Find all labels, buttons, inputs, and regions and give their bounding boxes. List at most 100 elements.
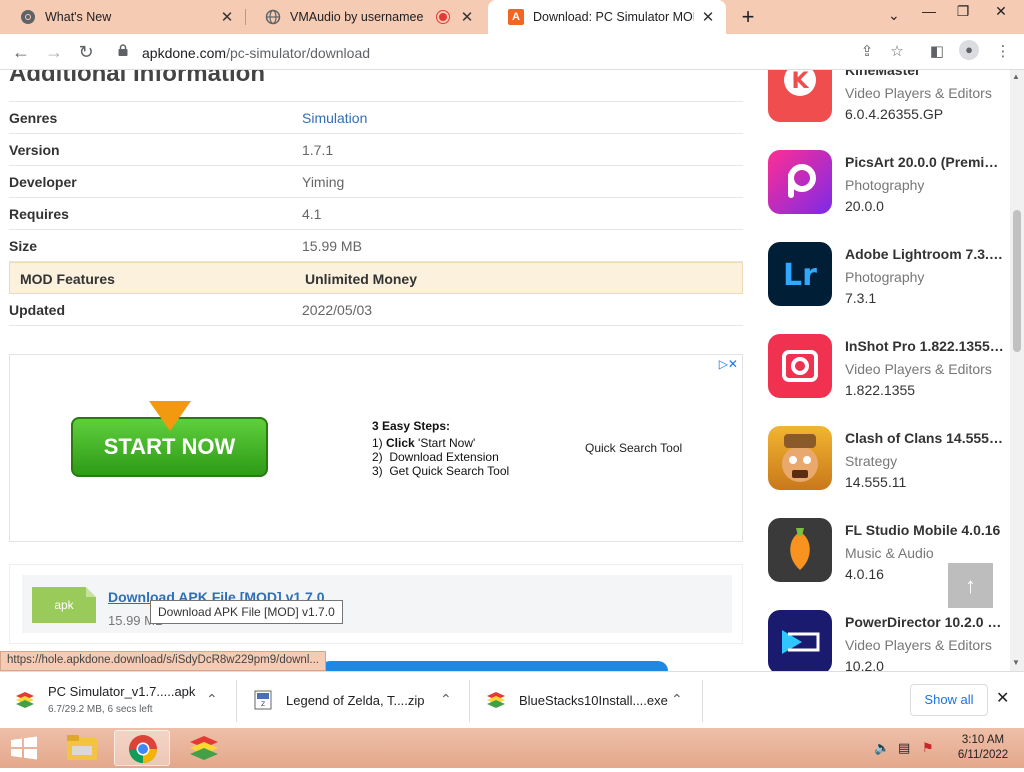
app-item-kinemaster[interactable]: K KineMaster Video Players & Editors 6.0…	[768, 70, 1008, 150]
step-number: 1)	[372, 436, 383, 450]
tab-search-chevron-icon[interactable]: ⌄	[888, 7, 900, 24]
side-panel-icon[interactable]: ◧	[926, 42, 948, 60]
link-tooltip: Download APK File [MOD] v1.7.0	[150, 600, 343, 624]
adchoices-icon[interactable]: ▷✕	[719, 357, 738, 371]
download-progress: 6.7/29.2 MB, 6 secs left	[48, 704, 153, 715]
profile-avatar-icon[interactable]: ●	[958, 40, 980, 60]
url-text: apkdone.com/pc-simulator/download	[142, 45, 370, 61]
reload-button[interactable]: ↻	[74, 40, 98, 64]
bookmark-star-icon[interactable]: ☆	[886, 42, 908, 60]
share-icon[interactable]: ⇪	[856, 42, 878, 60]
restore-button[interactable]: ❐	[944, 0, 982, 26]
step-3: 3) Get Quick Search Tool	[372, 464, 510, 478]
close-icon[interactable]: ✕	[459, 8, 475, 26]
close-icon[interactable]: ✕	[219, 8, 235, 26]
app-name: PicsArt 20.0.0 (Premium)	[845, 154, 1005, 170]
network-icon[interactable]: ▤	[898, 740, 910, 756]
arrow-down-icon	[149, 401, 191, 431]
tab-vmaudio[interactable]: VMAudio by usernamee ✕	[245, 0, 485, 34]
step-text: 'Start Now'	[418, 436, 476, 450]
download-item-bluestacks[interactable]: BlueStacks10Install....exe ⌃	[471, 672, 701, 729]
fold-corner	[86, 587, 96, 597]
steps-title: 3 Easy Steps:	[372, 419, 451, 433]
app-name: FL Studio Mobile 4.0.16	[845, 522, 1001, 538]
info-key: Version	[9, 142, 60, 158]
tab-whats-new[interactable]: What's New ✕	[0, 0, 245, 34]
info-key: Requires	[9, 206, 69, 222]
info-key: Genres	[9, 110, 58, 126]
info-key: MOD Features	[20, 271, 115, 287]
app-category: Music & Audio	[845, 545, 934, 561]
app-item-clash-of-clans[interactable]: Clash of Clans 14.555.11 (Unlimited) Str…	[768, 426, 1008, 518]
tab-label: What's New	[45, 10, 112, 24]
bluestacks-file-icon	[16, 692, 34, 708]
window-close-button[interactable]: ✕	[982, 0, 1020, 26]
app-version: 4.0.16	[845, 566, 884, 582]
download-item-zelda[interactable]: Z Legend of Zelda, T....zip ⌃	[238, 672, 468, 729]
clock-time: 3:10 AM	[961, 734, 1005, 746]
lightroom-icon: Lr	[768, 242, 832, 306]
address-bar[interactable]: apkdone.com/pc-simulator/download	[110, 37, 920, 67]
system-clock[interactable]: 3:10 AM 6/11/2022	[950, 733, 1016, 763]
volume-icon[interactable]: 🔈	[874, 740, 890, 756]
app-name: KineMaster	[845, 70, 921, 78]
url-path: /pc-simulator/download	[226, 45, 371, 61]
scroll-up-icon[interactable]: ▲	[1012, 72, 1020, 81]
genre-link[interactable]: Simulation	[302, 110, 367, 126]
back-button[interactable]: ←	[9, 40, 33, 64]
apk-file-icon: apk	[32, 587, 96, 623]
shelf-separator	[469, 680, 470, 722]
scroll-down-icon[interactable]: ▼	[1012, 658, 1020, 667]
info-value: 4.1	[302, 206, 322, 222]
inshot-icon	[768, 334, 832, 398]
close-shelf-icon[interactable]: ✕	[996, 688, 1009, 708]
tab-label: Download: PC Simulator MOD APK 1.7.0	[533, 10, 694, 24]
app-version: 10.2.0	[845, 658, 884, 671]
chevron-up-icon[interactable]: ⌃	[206, 691, 218, 708]
taskbar-bluestacks[interactable]	[176, 730, 232, 766]
scroll-thumb[interactable]	[1013, 210, 1021, 352]
new-tab-button[interactable]: +	[736, 4, 760, 30]
chevron-up-icon[interactable]: ⌃	[440, 691, 452, 708]
app-name: PowerDirector 10.2.0 (Premium)	[845, 614, 1005, 630]
download-box: apk Download APK File [MOD] v1.7.0 15.99…	[9, 564, 743, 644]
info-row-updated: Updated 2022/05/03	[9, 294, 743, 326]
taskbar-chrome[interactable]	[114, 730, 170, 766]
action-center-flag-icon[interactable]: ⚑	[922, 740, 934, 756]
info-row-requires: Requires 4.1	[9, 198, 743, 230]
download-filename: PC Simulator_v1.7.....apk	[48, 684, 196, 699]
minimize-button[interactable]: —	[910, 0, 948, 26]
info-row-mod-features: MOD Features Unlimited Money	[9, 262, 743, 294]
tab-download-pc-simulator[interactable]: A Download: PC Simulator MOD APK 1.7.0 ✕	[488, 0, 726, 34]
taskbar-file-explorer[interactable]	[54, 730, 110, 766]
app-item-powerdirector[interactable]: PowerDirector 10.2.0 (Premium) Video Pla…	[768, 610, 1008, 671]
advertisement[interactable]: ▷✕ START NOW 3 Easy Steps: 1) Click 'Sta…	[9, 354, 743, 542]
app-item-picsart[interactable]: PicsArt 20.0.0 (Premium) Photography 20.…	[768, 150, 1008, 242]
chrome-icon	[21, 10, 35, 24]
back-to-top-button[interactable]: ↑	[948, 563, 993, 608]
apk-icon-text: apk	[54, 598, 74, 612]
download-shelf: PC Simulator_v1.7.....apk 6.7/29.2 MB, 6…	[0, 671, 1024, 728]
download-filename: BlueStacks10Install....exe	[519, 693, 668, 708]
app-category: Video Players & Editors	[845, 85, 992, 101]
download-button-partial[interactable]	[320, 661, 668, 671]
app-item-inshot[interactable]: InShot Pro 1.822.1355 (Pro) Video Player…	[768, 334, 1008, 426]
download-item-pc-simulator[interactable]: PC Simulator_v1.7.....apk 6.7/29.2 MB, 6…	[0, 672, 236, 729]
tab-label: VMAudio by usernamee	[290, 10, 424, 24]
windows-start-icon[interactable]	[10, 736, 38, 760]
info-row-developer: Developer Yiming	[9, 166, 743, 198]
app-name: Clash of Clans 14.555.11 (Unlimited)	[845, 430, 1005, 446]
url-host: apkdone.com	[142, 45, 227, 61]
bluestacks-icon	[190, 736, 218, 760]
close-icon[interactable]: ✕	[700, 8, 716, 26]
download-apk-link[interactable]: apk Download APK File [MOD] v1.7.0 15.99…	[22, 575, 732, 633]
info-value: Yiming	[302, 174, 345, 190]
show-all-downloads-button[interactable]: Show all	[910, 684, 988, 716]
app-item-lightroom[interactable]: Lr Adobe Lightroom 7.3.1 (Premium) Photo…	[768, 242, 1008, 334]
page-scrollbar[interactable]: ▲ ▼	[1010, 70, 1024, 671]
forward-button[interactable]: →	[42, 40, 66, 64]
menu-kebab-icon[interactable]: ⋮	[992, 42, 1014, 60]
chevron-up-icon[interactable]: ⌃	[671, 691, 683, 708]
info-row-genres: Genres Simulation	[9, 102, 743, 134]
zip-file-icon: Z	[254, 690, 272, 710]
